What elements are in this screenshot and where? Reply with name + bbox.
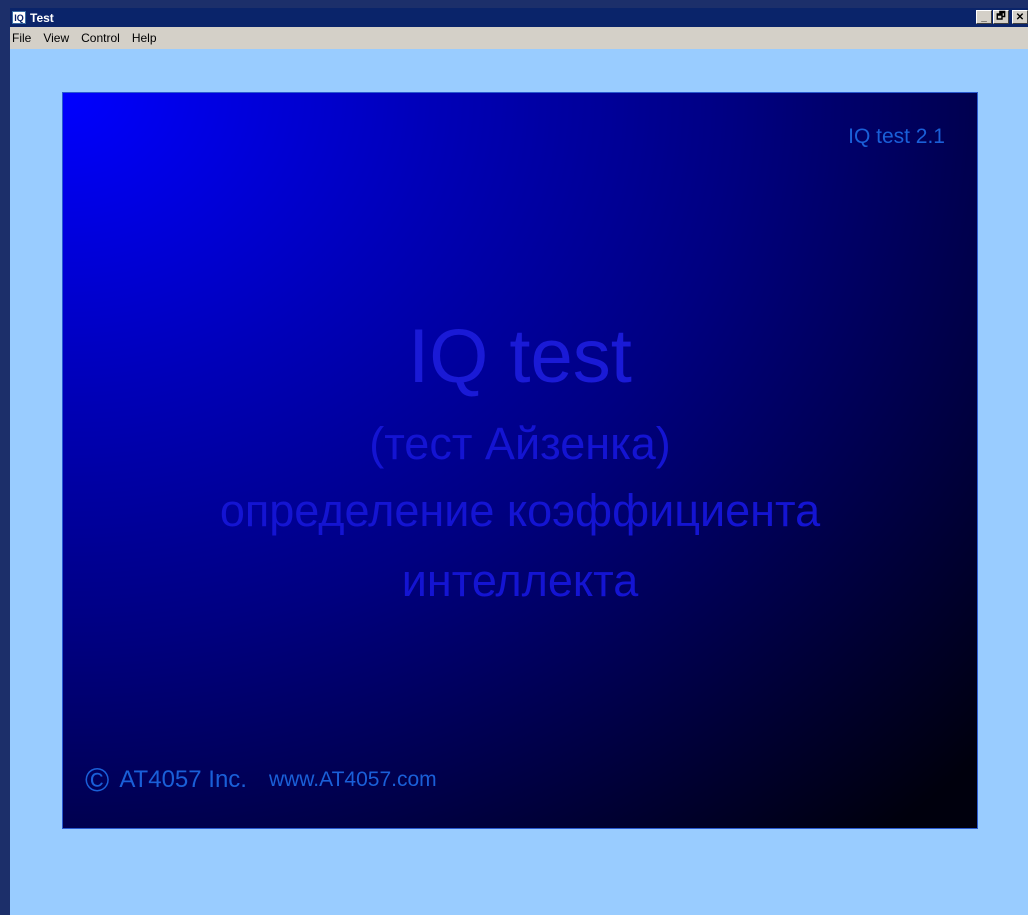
window-controls: _ 🗗 ✕ xyxy=(976,10,1028,24)
splash-description-line2: интеллекта xyxy=(401,555,639,606)
splash-title: IQ test xyxy=(408,314,632,399)
window-title: Test xyxy=(30,10,54,25)
restore-button[interactable]: 🗗 xyxy=(993,10,1009,24)
splash-description-line1: определение коэффициента xyxy=(219,485,821,536)
menu-view[interactable]: View xyxy=(37,31,75,45)
splash-footer: © AT4057 Inc. www.AT4057.com xyxy=(85,761,437,799)
menu-file-label: File xyxy=(12,31,32,45)
minimize-icon: _ xyxy=(981,11,987,23)
menu-control-label: Control xyxy=(81,31,120,45)
menu-help[interactable]: Help xyxy=(126,31,163,45)
menu-help-label: Help xyxy=(131,31,157,45)
menu-control[interactable]: Control xyxy=(75,31,126,45)
version-label: IQ test 2.1 xyxy=(848,125,945,148)
restore-icon: 🗗 xyxy=(996,10,1006,22)
title-bar[interactable]: IQ Test _ 🗗 ✕ xyxy=(10,8,1028,27)
app-window: IQ Test _ 🗗 ✕ File View Control Help IQ … xyxy=(10,8,1028,915)
menu-bar: File View Control Help xyxy=(10,27,1028,49)
splash-panel: IQ test 2.1 IQ test (тест Айзенка) опред… xyxy=(62,92,978,829)
app-icon[interactable]: IQ xyxy=(12,11,26,24)
company-name: AT4057 Inc. xyxy=(119,766,247,793)
website-link: www.AT4057.com xyxy=(268,768,437,791)
close-icon: ✕ xyxy=(1015,11,1025,23)
menu-view-label: View xyxy=(43,31,70,45)
menu-file[interactable]: File xyxy=(10,31,37,45)
minimize-button[interactable]: _ xyxy=(976,10,992,24)
copyright-icon: © xyxy=(85,761,110,798)
close-button[interactable]: ✕ xyxy=(1012,10,1028,24)
splash-subtitle: (тест Айзенка) xyxy=(369,418,671,469)
